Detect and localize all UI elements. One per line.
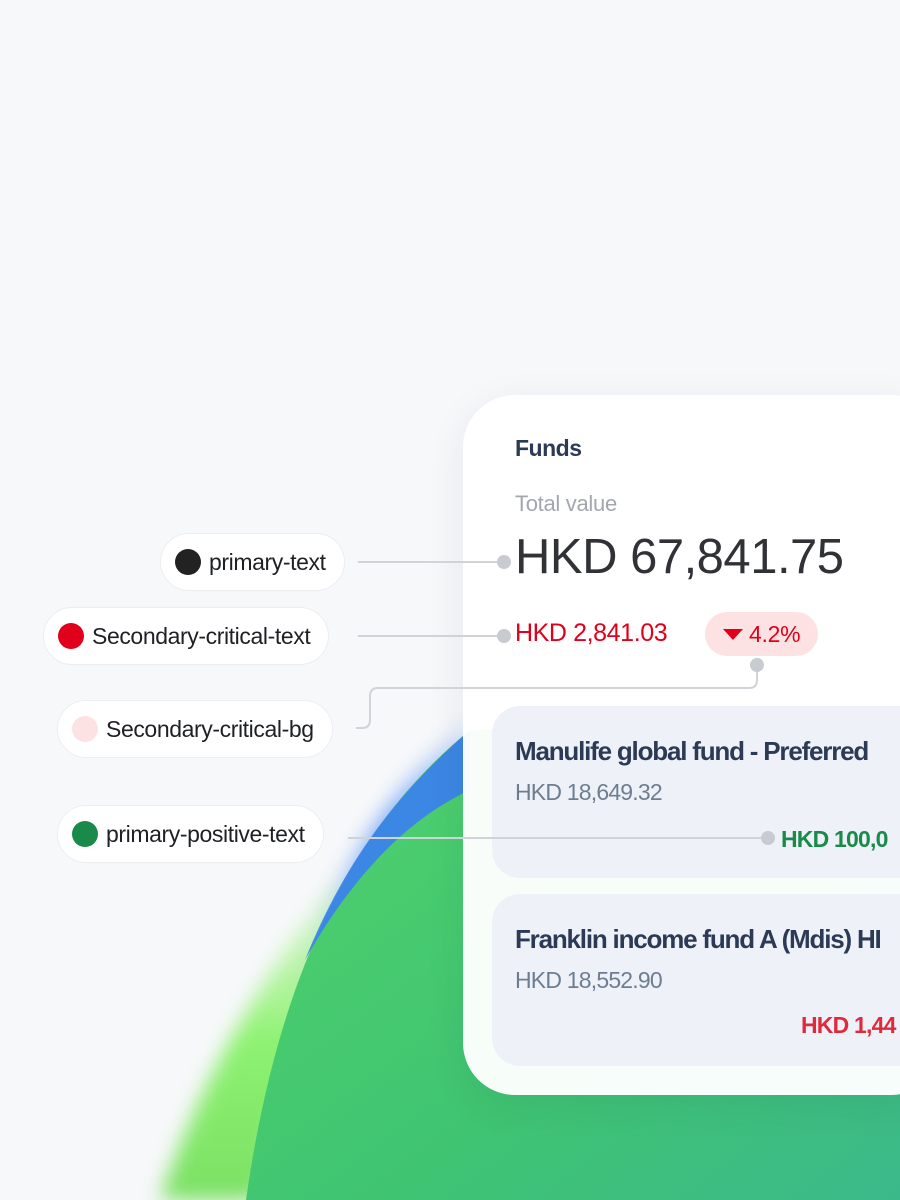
fund-return: HKD 100,0 [781,826,888,852]
change-amount: HKD 2,841.03 [515,619,668,647]
token-primary-text: primary-text [160,533,345,591]
color-swatch [72,716,98,742]
fund-return: HKD 1,44 [801,1012,896,1038]
change-percent: 4.2% [749,620,801,647]
token-label: primary-text [209,548,326,575]
total-value-label: Total value [515,491,617,516]
fund-card-manulife[interactable]: Manulife global fund - Preferred HKD 18,… [492,706,900,878]
fund-card-franklin[interactable]: Franklin income fund A (Mdis) HI HKD 18,… [492,894,900,1066]
color-swatch [72,821,98,847]
total-value-amount: HKD 67,841.75 [515,530,844,584]
token-secondary-critical-bg: Secondary-critical-bg [57,700,333,758]
funds-card: Funds Total value HKD 67,841.75 HKD 2,84… [463,395,900,1095]
fund-value: HKD 18,649.32 [515,779,663,805]
card-title: Funds [515,435,582,461]
token-secondary-critical-text: Secondary-critical-text [43,607,330,665]
token-label: primary-positive-text [106,820,305,847]
fund-name: Manulife global fund - Preferred [515,736,869,766]
change-percent-badge: 4.2% [705,612,819,656]
caret-down-icon [723,628,743,640]
token-label: Secondary-critical-bg [106,715,314,742]
fund-name: Franklin income fund A (Mdis) HI [515,924,882,954]
fund-value: HKD 18,552.90 [515,967,663,993]
token-primary-positive-text: primary-positive-text [57,805,324,863]
token-label: Secondary-critical-text [92,622,311,649]
color-swatch [58,623,84,649]
color-swatch [175,549,201,575]
